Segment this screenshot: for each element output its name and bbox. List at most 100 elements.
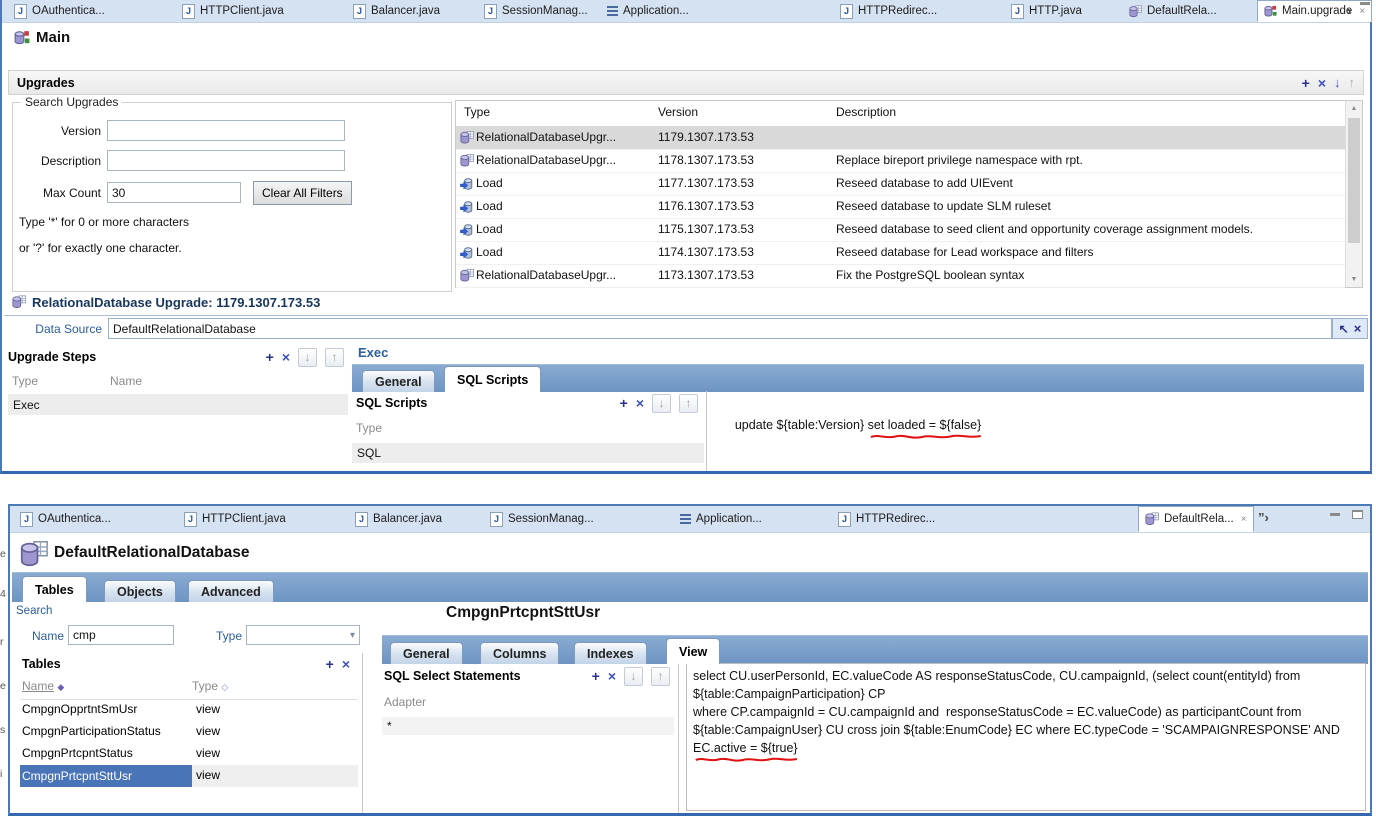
delete-icon[interactable]: × bbox=[342, 657, 350, 671]
tab-objects[interactable]: Objects bbox=[104, 580, 176, 602]
delete-icon[interactable]: × bbox=[636, 396, 644, 410]
tab-defaultrela[interactable]: DefaultRela...× bbox=[1138, 506, 1254, 532]
col-type-sort[interactable]: Type ◇ bbox=[192, 679, 228, 693]
database-editor-window: OAuthentica... HTTPClient.java Balancer.… bbox=[8, 504, 1372, 816]
description-label: Description bbox=[17, 154, 101, 168]
tab-main-upgrade[interactable]: Main.upgrade× bbox=[1257, 0, 1372, 22]
scrollbar-thumb[interactable] bbox=[1348, 118, 1360, 243]
minimize-button[interactable] bbox=[1330, 513, 1340, 516]
table-row[interactable]: RelationalDatabaseUpgr... 1179.1307.173.… bbox=[456, 126, 1345, 150]
type-filter-select[interactable]: ▾ bbox=[246, 625, 360, 645]
cell-type: Exec bbox=[13, 398, 40, 412]
add-icon[interactable]: + bbox=[620, 396, 628, 410]
tab-balancer[interactable]: Balancer.java bbox=[347, 0, 446, 22]
table-list-row[interactable]: CmpgnOpprtntSmUsr view bbox=[20, 699, 358, 721]
max-count-input[interactable] bbox=[107, 182, 241, 203]
tab-label: HTTPClient.java bbox=[200, 5, 284, 17]
tab-application[interactable]: Application... bbox=[674, 506, 768, 532]
move-down-icon[interactable]: ↓ bbox=[1334, 76, 1341, 89]
tab-httpclient[interactable]: HTTPClient.java bbox=[178, 506, 292, 532]
version-input[interactable] bbox=[107, 120, 345, 141]
relational-database-upgrade-icon bbox=[460, 130, 474, 145]
sql-script-editor[interactable]: update ${table:Version} set loaded = ${f… bbox=[714, 398, 981, 452]
table-row[interactable]: Load 1176.1307.173.53 Reseed database to… bbox=[456, 195, 1345, 219]
search-label: Search bbox=[16, 605, 52, 617]
tab-sql-scripts[interactable]: SQL Scripts bbox=[444, 366, 541, 392]
table-list-row-selected[interactable]: CmpgnPrtcpntSttUsr view bbox=[20, 765, 358, 787]
delete-icon[interactable]: × bbox=[1318, 76, 1326, 90]
tab-sessionmanag[interactable]: SessionManag... bbox=[478, 0, 594, 22]
tab-overflow-chevron[interactable]: › bbox=[1347, 3, 1351, 18]
tab-general[interactable]: General bbox=[390, 642, 463, 664]
tab-http[interactable]: HTTP.java bbox=[1005, 0, 1088, 22]
add-icon[interactable]: + bbox=[326, 657, 334, 671]
tab-columns[interactable]: Columns bbox=[480, 642, 559, 664]
col-name-sort[interactable]: Name ◆ bbox=[22, 679, 64, 693]
table-row[interactable]: RelationalDatabaseUpgr... 1178.1307.173.… bbox=[456, 149, 1345, 173]
upgrade-file-icon bbox=[14, 30, 30, 46]
sql-script-row[interactable]: SQL bbox=[352, 443, 704, 463]
add-icon[interactable]: + bbox=[1302, 76, 1310, 90]
move-up-icon[interactable]: ↑ bbox=[679, 394, 698, 413]
clear-all-filters-button[interactable]: Clear All Filters bbox=[253, 181, 352, 205]
vertical-scrollbar[interactable]: ▲ ▼ bbox=[1345, 101, 1362, 287]
add-icon[interactable]: + bbox=[592, 669, 600, 683]
tab-oauthentica[interactable]: OAuthentica... bbox=[14, 506, 117, 532]
move-up-icon[interactable]: ↑ bbox=[325, 348, 344, 367]
move-up-icon[interactable]: ↑ bbox=[1349, 76, 1356, 89]
close-icon[interactable]: × bbox=[1241, 514, 1247, 525]
table-row[interactable]: RelationalDatabaseUpgr... 1173.1307.173.… bbox=[456, 264, 1345, 288]
tab-sessionmanag[interactable]: SessionManag... bbox=[484, 506, 600, 532]
sql-text-line: where CP.campaignId = CU.campaignId and … bbox=[693, 703, 1359, 721]
minimize-button[interactable] bbox=[1360, 2, 1370, 5]
tab-indexes[interactable]: Indexes bbox=[574, 642, 647, 664]
tab-defaultrela[interactable]: DefaultRela... bbox=[1123, 0, 1223, 22]
table-row[interactable]: Load 1177.1307.173.53 Reseed database to… bbox=[456, 172, 1345, 196]
tab-httpclient[interactable]: HTTPClient.java bbox=[176, 0, 290, 22]
tab-tables[interactable]: Tables bbox=[22, 576, 87, 602]
cell-version: 1176.1307.173.53 bbox=[658, 199, 754, 213]
tab-httpredirec[interactable]: HTTPRedirec... bbox=[834, 0, 943, 22]
select-reference-icon[interactable]: ↖ bbox=[1339, 322, 1349, 336]
name-filter-input[interactable] bbox=[68, 625, 174, 645]
upgrade-step-row[interactable]: Exec bbox=[8, 394, 348, 415]
sort-ascending-icon: ◆ bbox=[57, 682, 64, 692]
cell-description: Reseed database to add UIEvent bbox=[836, 176, 1013, 190]
tab-overflow-chevron[interactable]: ”› bbox=[1258, 510, 1269, 525]
maximize-button[interactable] bbox=[1352, 510, 1363, 519]
move-up-icon[interactable]: ↑ bbox=[651, 667, 670, 686]
close-icon[interactable]: × bbox=[1359, 6, 1365, 17]
table-row[interactable]: Load 1174.1307.173.53 Reseed database fo… bbox=[456, 241, 1345, 265]
tab-view[interactable]: View bbox=[666, 638, 720, 664]
table-row[interactable]: Load 1175.1307.173.53 Reseed database to… bbox=[456, 218, 1345, 242]
move-down-icon[interactable]: ↓ bbox=[624, 667, 643, 686]
col-name: Name bbox=[110, 374, 142, 388]
table-list-row[interactable]: CmpgnPrtcpntStatus view bbox=[20, 743, 358, 765]
wildcard-hint-1: Type '*' for 0 or more characters bbox=[19, 215, 189, 229]
tab-general[interactable]: General bbox=[362, 370, 435, 392]
tab-application[interactable]: Application... bbox=[601, 0, 695, 22]
tab-advanced[interactable]: Advanced bbox=[188, 580, 274, 602]
relational-database-upgrade-icon bbox=[460, 268, 474, 283]
tab-httpredirec[interactable]: HTTPRedirec... bbox=[832, 506, 941, 532]
group-legend: Search Upgrades bbox=[21, 95, 122, 109]
tab-oauthentica[interactable]: OAuthentica... bbox=[8, 0, 111, 22]
sql-view-editor[interactable]: select CU.userPersonId, EC.valueCode AS … bbox=[686, 663, 1366, 811]
scroll-down-icon[interactable]: ▼ bbox=[1346, 272, 1362, 287]
data-source-input[interactable] bbox=[108, 318, 1332, 339]
delete-icon[interactable]: × bbox=[282, 350, 290, 364]
scroll-up-icon[interactable]: ▲ bbox=[1346, 101, 1362, 116]
add-icon[interactable]: + bbox=[266, 350, 274, 364]
tab-balancer[interactable]: Balancer.java bbox=[349, 506, 448, 532]
panel-title: Upgrade Steps bbox=[8, 350, 96, 364]
clear-reference-icon[interactable]: × bbox=[1354, 321, 1362, 336]
cell-description: Reseed database to seed client and oppor… bbox=[836, 222, 1253, 236]
cell-type: RelationalDatabaseUpgr... bbox=[476, 268, 616, 282]
description-input[interactable] bbox=[107, 150, 345, 171]
table-list-row[interactable]: CmpgnParticipationStatus view bbox=[20, 721, 358, 743]
panel-title: SQL Select Statements bbox=[384, 669, 521, 683]
statement-row[interactable]: * bbox=[382, 717, 674, 735]
move-down-icon[interactable]: ↓ bbox=[652, 394, 671, 413]
delete-icon[interactable]: × bbox=[608, 669, 616, 683]
move-down-icon[interactable]: ↓ bbox=[298, 348, 317, 367]
